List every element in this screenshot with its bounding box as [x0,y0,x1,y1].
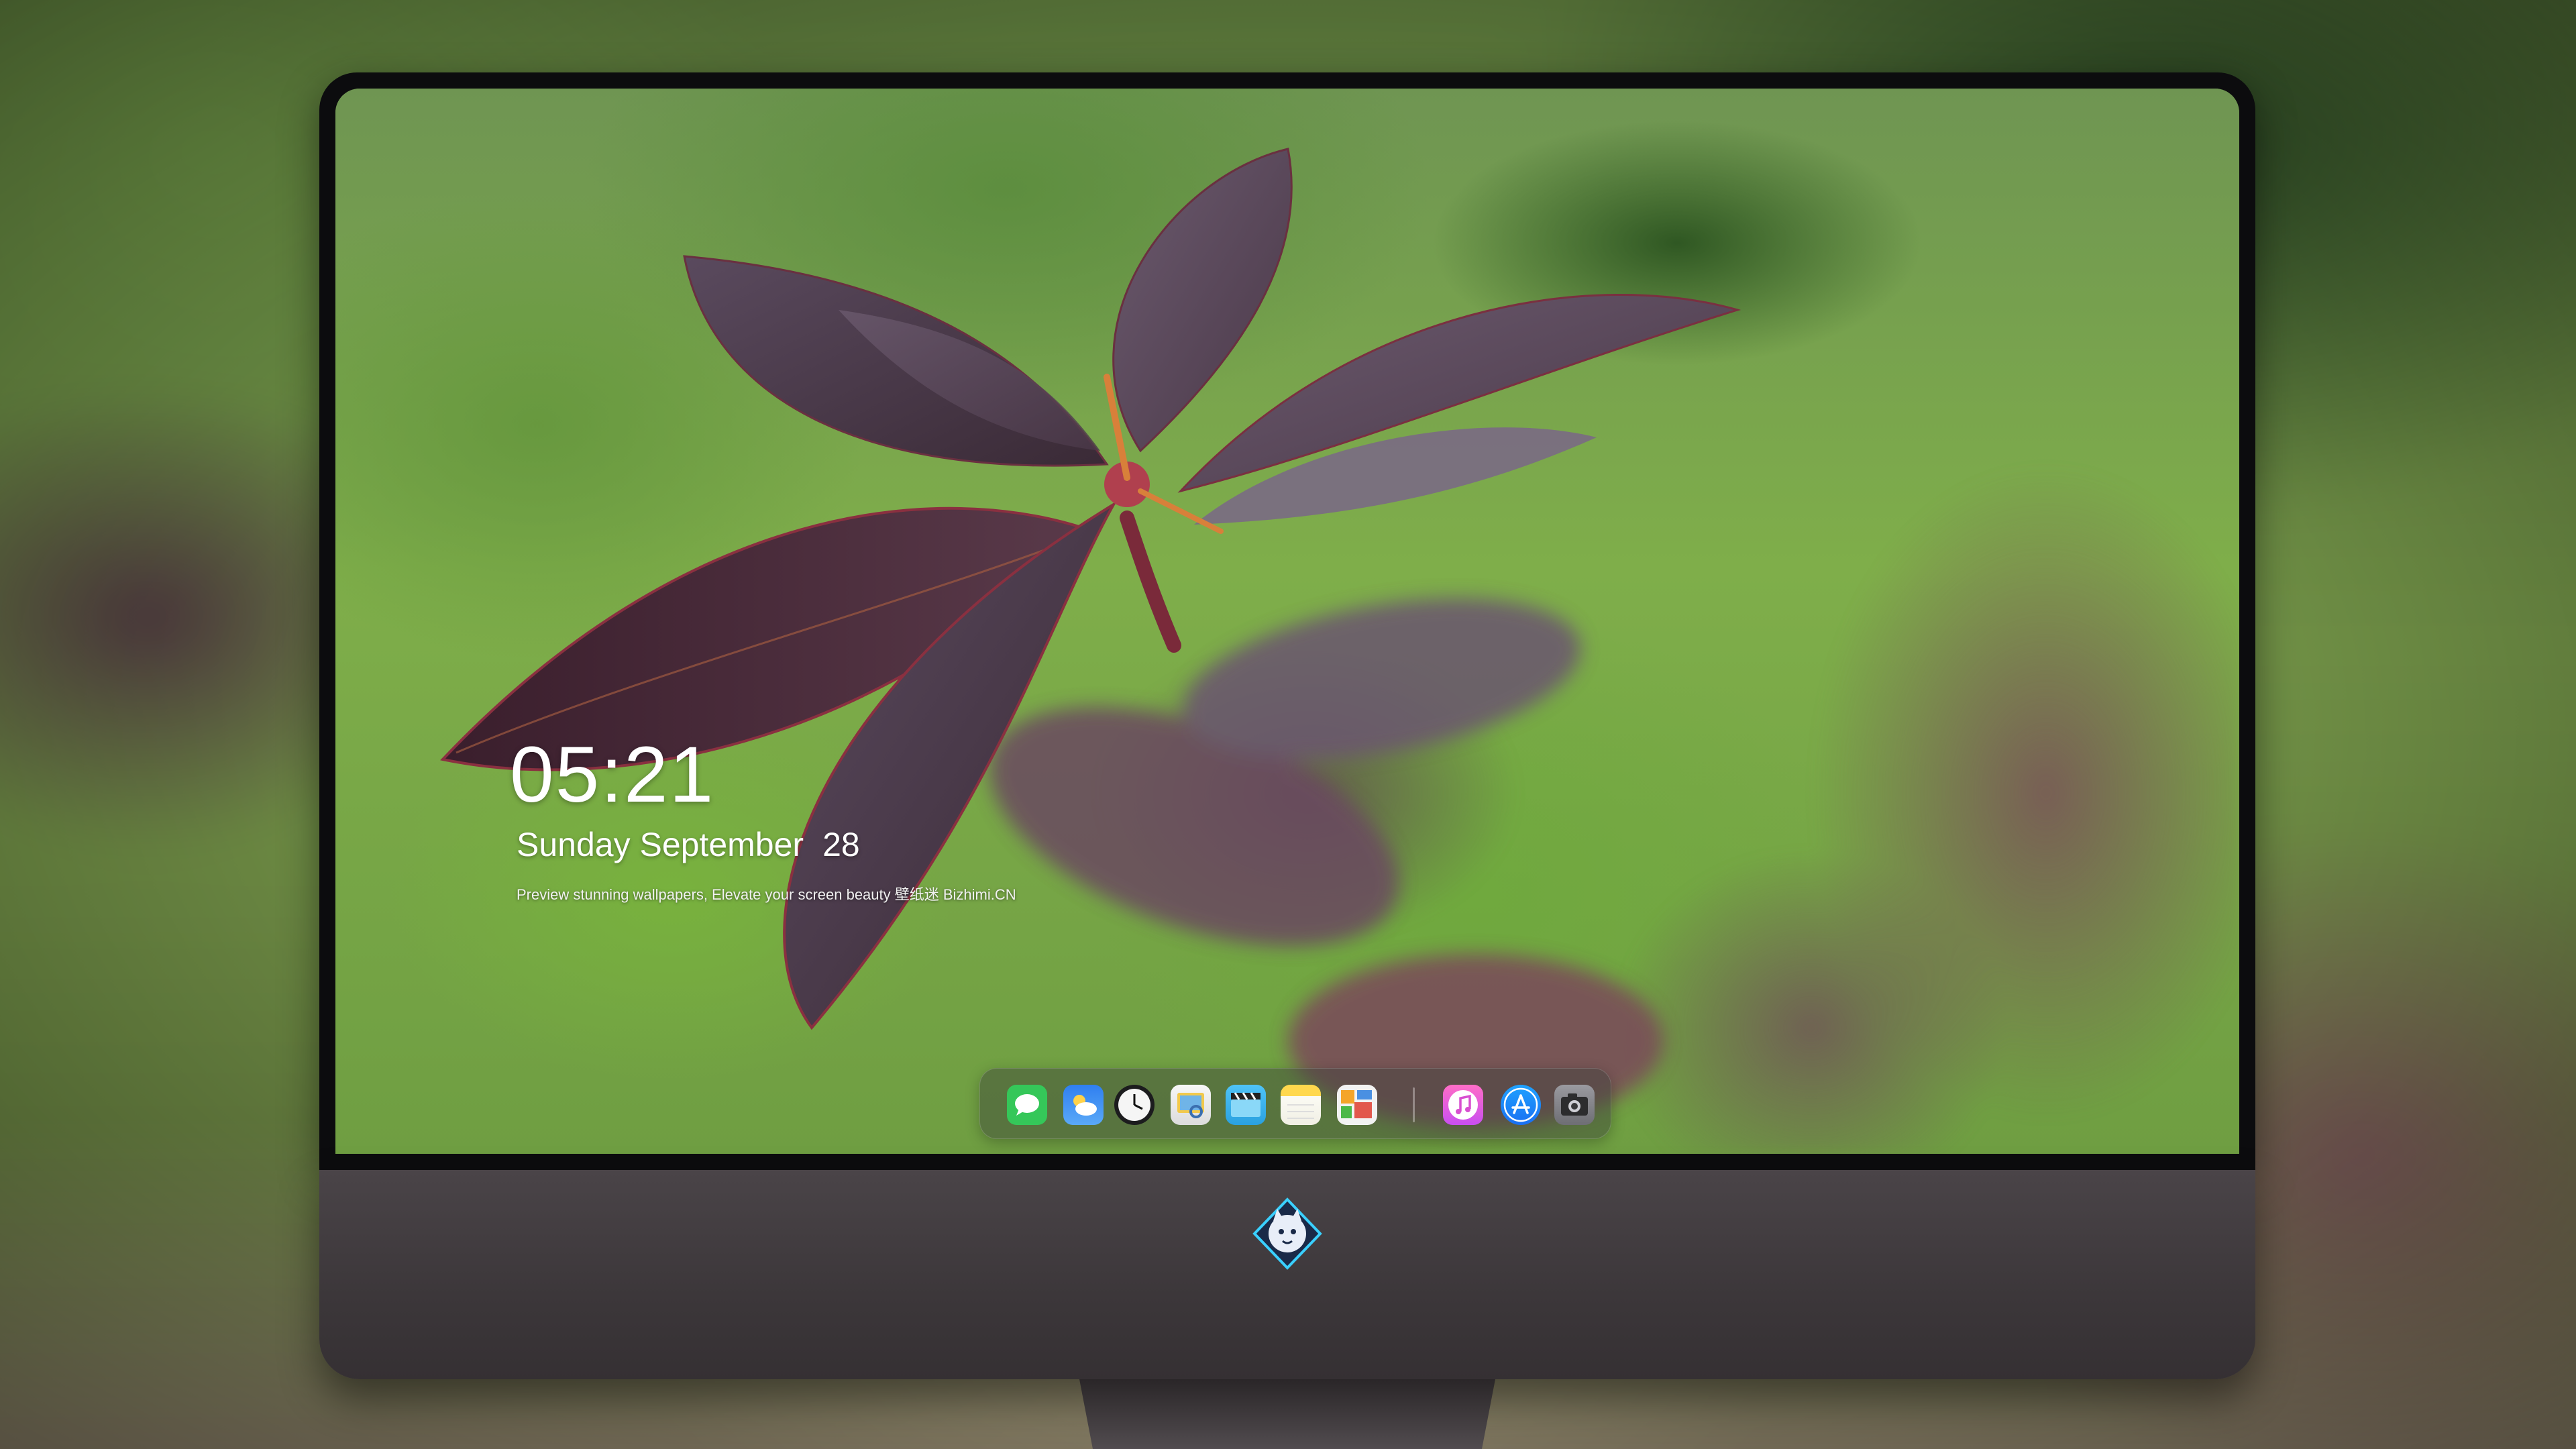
notes-icon[interactable] [1281,1085,1321,1125]
wallpaper-leaf-branch [440,148,1741,1128]
weather-icon[interactable] [1063,1085,1104,1125]
desktop-scene: 05:21 Sunday September 28 Preview stunnin… [0,0,2576,1449]
monitor-bezel: 05:21 Sunday September 28 Preview stunnin… [319,72,2255,1170]
app-store-icon[interactable] [1501,1085,1541,1125]
photo-board-icon[interactable] [1337,1085,1377,1125]
camera-icon[interactable] [1554,1085,1595,1125]
monitor-screen: 05:21 Sunday September 28 Preview stunnin… [335,89,2239,1154]
monitor-stand [1079,1379,1495,1449]
monitor-chin [319,1170,2255,1379]
music-icon[interactable] [1443,1085,1483,1125]
lock-date: Sunday September 28 [517,825,860,864]
video-clips-icon[interactable] [1226,1085,1266,1125]
clock-icon[interactable] [1114,1085,1155,1125]
fox-mascot-logo [1252,1197,1322,1270]
messages-icon[interactable] [1007,1085,1047,1125]
dock-separator [1413,1087,1415,1122]
dock [979,1068,1611,1139]
lock-clock: 05:21 [510,731,715,819]
lock-date-day: Sunday September [517,826,804,863]
preview-icon[interactable] [1171,1085,1211,1125]
monitor: 05:21 Sunday September 28 Preview stunnin… [319,72,2255,1449]
lock-tagline: Preview stunning wallpapers, Elevate you… [517,886,1016,903]
lock-date-number: 28 [822,826,860,863]
